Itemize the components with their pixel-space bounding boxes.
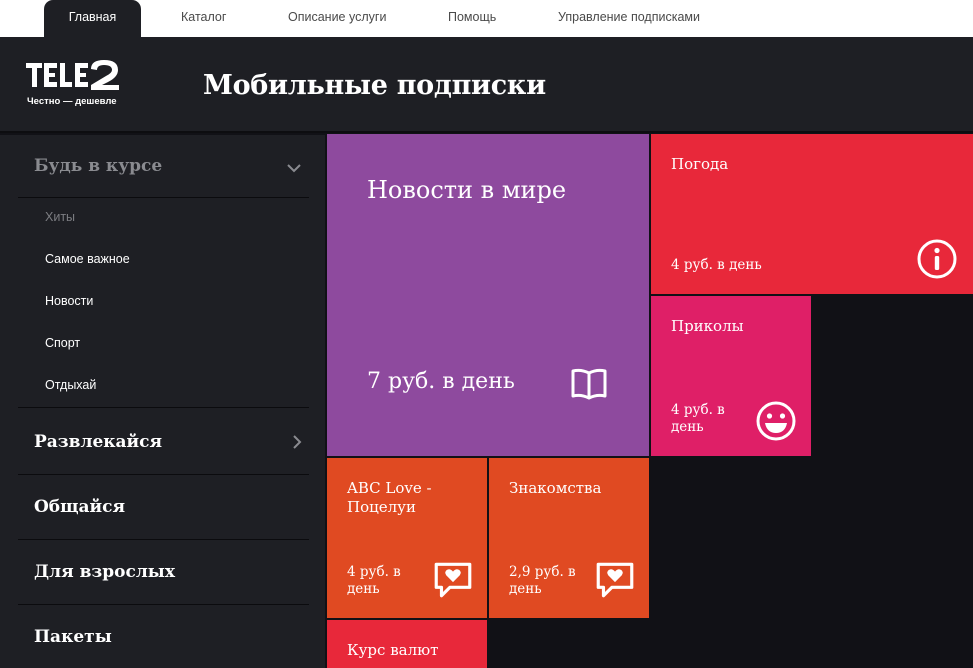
tab-catalog[interactable]: Каталог bbox=[181, 0, 226, 37]
sidebar-divider bbox=[18, 407, 309, 408]
tab-help[interactable]: Помощь bbox=[448, 0, 496, 37]
tele2-logo[interactable]: Честно — дешевле bbox=[24, 57, 124, 113]
sidebar-item-sport[interactable]: Спорт bbox=[45, 336, 80, 350]
sidebar-item-hits[interactable]: Хиты bbox=[45, 210, 75, 224]
tile-currency-rates[interactable]: Курс валют bbox=[327, 620, 487, 668]
sidebar-group-adults[interactable]: Для взрослых bbox=[34, 562, 175, 582]
sidebar-group-communicate[interactable]: Общайся bbox=[34, 497, 125, 517]
sidebar-divider bbox=[18, 197, 309, 198]
book-icon bbox=[571, 368, 607, 400]
tile-world-news[interactable]: Новости в мире 7 руб. в день bbox=[327, 134, 649, 456]
sidebar-group-be-informed[interactable]: Будь в курсе bbox=[34, 156, 162, 176]
tele2-logo-mark bbox=[26, 60, 119, 90]
sidebar-group-packages[interactable]: Пакеты bbox=[34, 627, 112, 647]
tile-abc-love[interactable]: ABC Love - Поцелуи 4 руб. в день bbox=[327, 458, 487, 618]
tile-price: 4 руб. в день bbox=[671, 257, 762, 273]
tile-title: Знакомства bbox=[509, 479, 602, 497]
tile-dating[interactable]: Знакомства 2,9 руб. в день bbox=[489, 458, 649, 618]
tile-price: 4 руб. в день bbox=[347, 564, 401, 597]
heart-chat-icon bbox=[434, 562, 472, 598]
page-title: Мобильные подписки bbox=[203, 70, 546, 101]
smiley-icon bbox=[756, 401, 796, 441]
sidebar-divider bbox=[18, 539, 309, 540]
tile-title: Новости в мире bbox=[367, 176, 567, 204]
tile-price: 4 руб. в день bbox=[671, 402, 725, 435]
tile-price: 7 руб. в день bbox=[367, 369, 515, 394]
chevron-down-icon[interactable] bbox=[286, 160, 302, 176]
page-header: Честно — дешевле Мобильные подписки bbox=[0, 37, 973, 133]
tile-title: Курс валют bbox=[347, 641, 439, 659]
sidebar: Будь в курсе Хиты Самое важное Новости С… bbox=[0, 135, 325, 668]
sidebar-divider bbox=[18, 604, 309, 605]
top-navigation: Главная Каталог Описание услуги Помощь У… bbox=[0, 0, 973, 37]
sidebar-divider bbox=[18, 474, 309, 475]
tab-service-description[interactable]: Описание услуги bbox=[288, 0, 386, 37]
tab-home[interactable]: Главная bbox=[44, 0, 141, 37]
info-icon bbox=[917, 239, 957, 279]
sidebar-item-relax[interactable]: Отдыхай bbox=[45, 378, 96, 392]
tile-weather[interactable]: Погода 4 руб. в день bbox=[651, 134, 973, 294]
tile-title: ABC Love - Поцелуи bbox=[347, 479, 432, 516]
tile-price: 2,9 руб. в день bbox=[509, 564, 576, 597]
logo-tagline: Честно — дешевле bbox=[27, 96, 117, 107]
heart-chat-icon bbox=[596, 562, 634, 598]
tile-title: Приколы bbox=[671, 317, 744, 335]
sidebar-group-entertainment[interactable]: Развлекайся bbox=[34, 432, 162, 452]
tile-title: Погода bbox=[671, 155, 729, 173]
chevron-right-icon[interactable] bbox=[289, 434, 305, 450]
tile-jokes[interactable]: Приколы 4 руб. в день bbox=[651, 296, 811, 456]
sidebar-item-news[interactable]: Новости bbox=[45, 294, 93, 308]
sidebar-item-important[interactable]: Самое важное bbox=[45, 252, 130, 266]
tab-manage-subscriptions[interactable]: Управление подписками bbox=[558, 0, 700, 37]
